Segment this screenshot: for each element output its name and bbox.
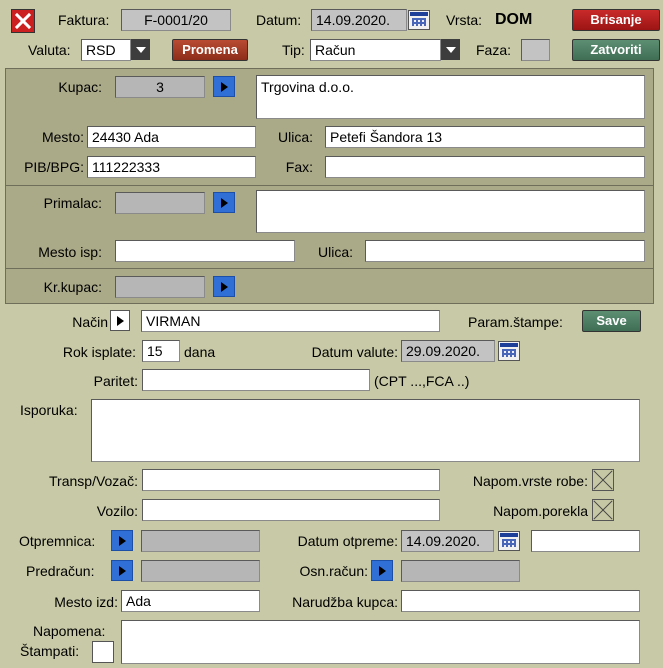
customer-taxid-field[interactable]: 111222333 [87, 156, 256, 178]
param-label: Param.štampe: [468, 314, 563, 330]
mesto-izd-label: Mesto izd: [54, 594, 118, 610]
save-button[interactable]: Save [582, 310, 641, 332]
recipient-city-field[interactable] [115, 240, 295, 262]
base-invoice-lookup-icon[interactable] [371, 560, 393, 581]
type-select[interactable]: Račun [310, 39, 441, 61]
carrier-driver-field[interactable] [142, 469, 440, 491]
recipient-lookup-icon[interactable] [213, 192, 235, 213]
end-customer-code-field[interactable] [115, 276, 205, 298]
recipient-ulica-label: Ulica: [317, 244, 353, 260]
shipping-date-field[interactable]: 14.09.2020. [401, 530, 494, 552]
ulica-label: Ulica: [277, 129, 313, 145]
tip-label: Tip: [282, 42, 305, 58]
mesto-label: Mesto: [41, 129, 84, 145]
recipient-street-field[interactable] [365, 240, 645, 262]
payment-term-field[interactable]: 15 [142, 340, 180, 362]
proforma-field[interactable] [141, 560, 260, 582]
parity-hint: (CPT ...,FCA ..) [374, 373, 470, 389]
customer-name-field[interactable]: Trgovina d.o.o. [256, 75, 645, 119]
due-date-calendar-icon[interactable] [498, 341, 520, 361]
note-field[interactable] [121, 620, 640, 664]
issue-place-field[interactable]: Ada [121, 590, 260, 612]
vrsta-label: Vrsta: [446, 12, 483, 28]
customer-order-field[interactable] [401, 590, 640, 612]
customer-city-field[interactable]: 24430 Ada [87, 126, 256, 148]
close-button[interactable]: Zatvoriti [572, 39, 660, 61]
shipping-extra-field[interactable] [531, 530, 640, 552]
date-field[interactable]: 14.09.2020. [311, 9, 407, 31]
proforma-lookup-icon[interactable] [111, 560, 133, 581]
primalac-label: Primalac: [43, 195, 102, 211]
napomena-label: Napomena: [33, 623, 106, 639]
delivery-field[interactable] [91, 399, 640, 462]
end-customer-panel [5, 268, 654, 304]
krkupac-label: Kr.kupac: [43, 279, 102, 295]
type-value: DOM [495, 11, 533, 28]
base-invoice-field[interactable] [401, 560, 520, 582]
delete-button[interactable]: Brisanje [572, 9, 660, 31]
customer-street-field[interactable]: Petefi Šandora 13 [325, 126, 645, 148]
recipient-code-field[interactable] [115, 192, 205, 214]
otpremnica-label: Otpremnica: [19, 533, 96, 549]
change-button[interactable]: Promena [172, 39, 248, 61]
parity-field[interactable] [142, 369, 370, 391]
payment-method-field[interactable]: VIRMAN [141, 310, 440, 332]
customer-fax-field[interactable] [325, 156, 645, 178]
transp-label: Transp/Vozač: [49, 473, 138, 489]
delivery-note-lookup-icon[interactable] [111, 530, 133, 551]
end-customer-lookup-icon[interactable] [213, 276, 235, 297]
phase-field[interactable] [521, 39, 550, 61]
recipient-name-field[interactable] [256, 190, 645, 233]
delivery-note-field[interactable] [141, 530, 260, 552]
nacin-label: Način [72, 314, 108, 330]
napom-porekla-label: Napom.porekla [493, 503, 588, 519]
goods-type-note-checkbox[interactable] [592, 469, 614, 491]
calendar-icon[interactable] [408, 10, 430, 30]
print-checkbox[interactable] [92, 641, 114, 663]
valuta-label: Valuta: [28, 42, 71, 58]
payment-method-lookup-icon[interactable] [110, 310, 130, 331]
shipping-date-calendar-icon[interactable] [498, 531, 520, 551]
vehicle-field[interactable] [142, 499, 440, 521]
currency-select[interactable]: RSD [81, 39, 131, 61]
napom-vrste-label: Napom.vrste robe: [472, 473, 588, 489]
datum-valute-label: Datum valute: [311, 344, 398, 360]
customer-code-field[interactable]: 3 [115, 76, 205, 98]
narudzba-label: Narudžba kupca: [292, 594, 398, 610]
predracun-label: Predračun: [26, 563, 95, 579]
type-dropdown-icon[interactable] [441, 39, 460, 60]
fax-label: Fax: [285, 159, 313, 175]
invoice-number-field: F-0001/20 [121, 9, 231, 31]
vozilo-label: Vozilo: [96, 503, 138, 519]
origin-note-checkbox[interactable] [592, 499, 614, 521]
kupac-label: Kupac: [58, 79, 102, 95]
faktura-label: Faktura: [58, 12, 110, 28]
datum-label: Datum: [256, 12, 302, 28]
customer-lookup-icon[interactable] [213, 76, 235, 97]
rok-label: Rok isplate: [62, 344, 136, 360]
stampati-label: Štampati: [20, 643, 80, 659]
due-date-field[interactable]: 29.09.2020. [401, 340, 495, 362]
currency-dropdown-icon[interactable] [131, 39, 150, 60]
faza-label: Faza: [476, 42, 512, 58]
dana-label: dana [184, 344, 216, 360]
mesto-isp-label: Mesto isp: [38, 244, 102, 260]
paritet-label: Paritet: [93, 373, 138, 389]
isporuka-label: Isporuka: [20, 402, 78, 418]
close-window-icon[interactable] [11, 9, 35, 33]
datum-otpreme-label: Datum otpreme: [297, 533, 398, 549]
pib-label: PIB/BPG: [24, 159, 84, 175]
osn-racun-label: Osn.račun: [299, 563, 368, 579]
